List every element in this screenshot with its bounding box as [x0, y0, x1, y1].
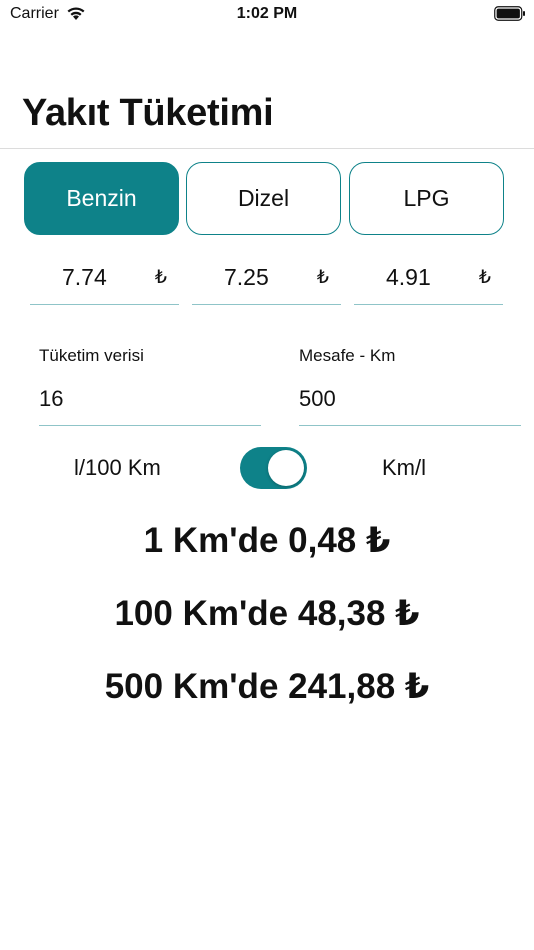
clock: 1:02 PM	[236, 5, 298, 22]
result-100km: 100 Km'de 48,38 ₺	[114, 594, 420, 633]
page-title: Yakıt Tüketimi	[22, 92, 274, 134]
toggle-knob	[268, 450, 304, 486]
consumption-input[interactable]: 16	[39, 378, 261, 426]
fuel-button-lpg[interactable]: LPG	[349, 162, 504, 235]
distance-label: Mesafe - Km	[299, 346, 396, 365]
unit-label-km-per-l: Km/l	[382, 455, 426, 480]
lira-icon: ₺	[154, 267, 167, 288]
price-value: 7.74	[62, 264, 107, 290]
unit-toggle-switch[interactable]	[240, 447, 307, 489]
price-field-benzin[interactable]: 7.74 ₺	[30, 255, 179, 305]
distance-input[interactable]: 500	[299, 378, 521, 426]
lira-icon: ₺	[478, 267, 491, 288]
lira-icon: ₺	[316, 267, 329, 288]
price-value: 4.91	[386, 264, 431, 290]
consumption-label: Tüketim verisi	[39, 346, 144, 365]
result-distance: 500 Km'de 241,88 ₺	[104, 667, 430, 706]
fuel-button-dizel[interactable]: Dizel	[186, 162, 341, 235]
result-1km: 1 Km'de 0,48 ₺	[143, 521, 391, 560]
title-divider	[0, 148, 534, 149]
price-field-lpg[interactable]: 4.91 ₺	[354, 255, 503, 305]
unit-label-l-per-100km: l/100 Km	[74, 455, 161, 480]
price-field-dizel[interactable]: 7.25 ₺	[192, 255, 341, 305]
status-bar: Carrier 1:02 PM	[0, 0, 534, 30]
battery-icon	[494, 6, 525, 21]
price-value: 7.25	[224, 264, 269, 290]
fuel-button-benzin[interactable]: Benzin	[24, 162, 179, 235]
